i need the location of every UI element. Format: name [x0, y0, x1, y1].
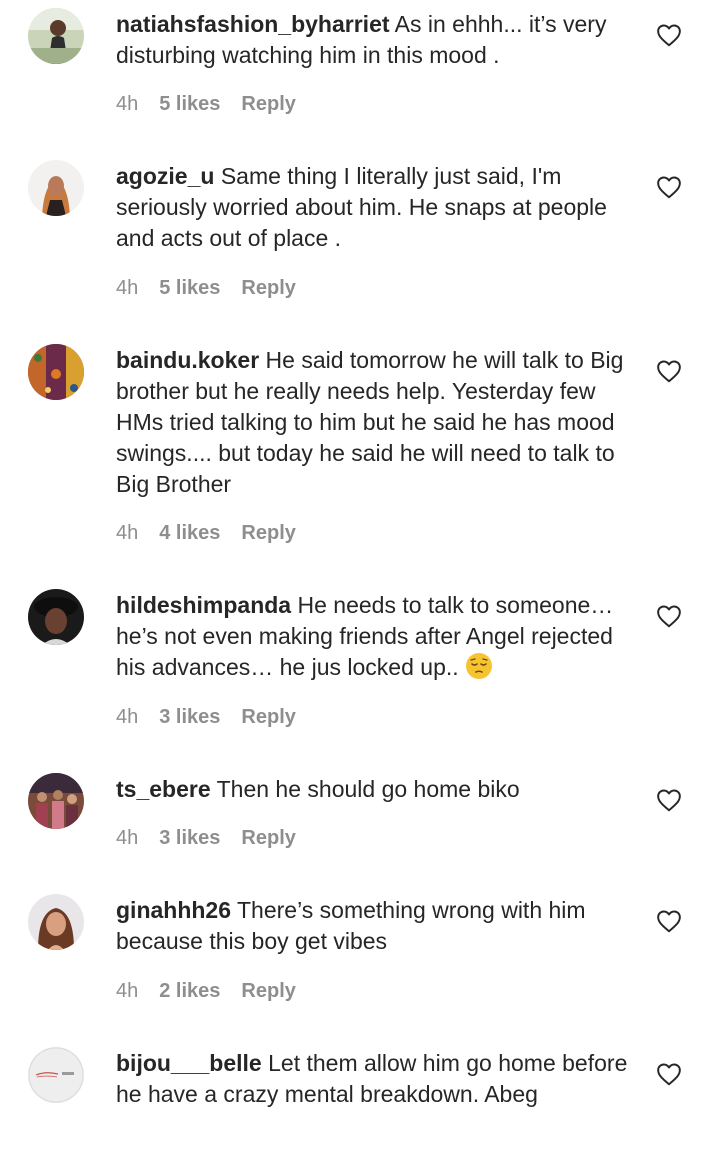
- comment-likes[interactable]: 2 likes: [159, 980, 220, 1003]
- comment-time: 4h: [116, 980, 139, 1002]
- comment-text-block: ginahhh26 There’s something wrong with h…: [116, 895, 631, 957]
- comment-text-block: baindu.koker He said tomorrow he will ta…: [116, 345, 631, 500]
- avatar[interactable]: [28, 8, 84, 64]
- comment-time: 4h: [116, 277, 139, 299]
- comment-meta: 4h 5 likes Reply: [116, 93, 296, 116]
- comment-time: 4h: [116, 522, 139, 544]
- reply-button[interactable]: Reply: [241, 706, 295, 729]
- heart-outline-icon[interactable]: [656, 23, 682, 47]
- comment-text-block: agozie_u Same thing I literally just sai…: [116, 161, 631, 254]
- comment-username[interactable]: baindu.koker: [116, 347, 259, 373]
- avatar[interactable]: [28, 344, 84, 400]
- reply-button[interactable]: Reply: [241, 522, 295, 545]
- comment-text: Then he should go home biko: [216, 776, 520, 802]
- heart-outline-icon[interactable]: [656, 909, 682, 933]
- comment-username[interactable]: hildeshimpanda: [116, 592, 291, 618]
- reply-button[interactable]: Reply: [241, 277, 295, 300]
- comment-time: 4h: [116, 706, 139, 728]
- comment-likes[interactable]: 5 likes: [159, 93, 220, 116]
- heart-outline-icon[interactable]: [656, 788, 682, 812]
- comment-meta: 4h 4 likes Reply: [116, 522, 296, 545]
- comment-text-block: natiahsfashion_byharriet As in ehhh... i…: [116, 9, 631, 71]
- comment-time: 4h: [116, 827, 139, 849]
- comment-text-block: bijou___belle Let them allow him go home…: [116, 1048, 631, 1110]
- comment-meta: 4h 3 likes Reply: [116, 827, 296, 850]
- comment-text-block: hildeshimpanda He needs to talk to someo…: [116, 590, 631, 683]
- pensive-face-icon: [465, 652, 493, 680]
- comment-username[interactable]: ts_ebere: [116, 776, 211, 802]
- comment-likes[interactable]: 3 likes: [159, 827, 220, 850]
- reply-button[interactable]: Reply: [241, 827, 295, 850]
- comment-text-block: ts_ebere Then he should go home biko: [116, 774, 631, 805]
- comment-meta: 4h 3 likes Reply: [116, 706, 296, 729]
- avatar[interactable]: [28, 160, 84, 216]
- comment-username[interactable]: bijou___belle: [116, 1050, 262, 1076]
- avatar[interactable]: [28, 894, 84, 950]
- comment-meta: 4h 5 likes Reply: [116, 277, 296, 300]
- heart-outline-icon[interactable]: [656, 604, 682, 628]
- heart-outline-icon[interactable]: [656, 1062, 682, 1086]
- avatar[interactable]: [28, 589, 84, 645]
- avatar[interactable]: [28, 1047, 84, 1103]
- reply-button[interactable]: Reply: [241, 980, 295, 1003]
- comment-likes[interactable]: 3 likes: [159, 706, 220, 729]
- comment-time: 4h: [116, 93, 139, 115]
- reply-button[interactable]: Reply: [241, 93, 295, 116]
- heart-outline-icon[interactable]: [656, 359, 682, 383]
- comment-meta: 4h 2 likes Reply: [116, 980, 296, 1003]
- comment-likes[interactable]: 4 likes: [159, 522, 220, 545]
- comment-username[interactable]: agozie_u: [116, 163, 214, 189]
- comment-username[interactable]: natiahsfashion_byharriet: [116, 11, 390, 37]
- heart-outline-icon[interactable]: [656, 175, 682, 199]
- comment-username[interactable]: ginahhh26: [116, 897, 231, 923]
- comment-likes[interactable]: 5 likes: [159, 277, 220, 300]
- avatar[interactable]: [28, 773, 84, 829]
